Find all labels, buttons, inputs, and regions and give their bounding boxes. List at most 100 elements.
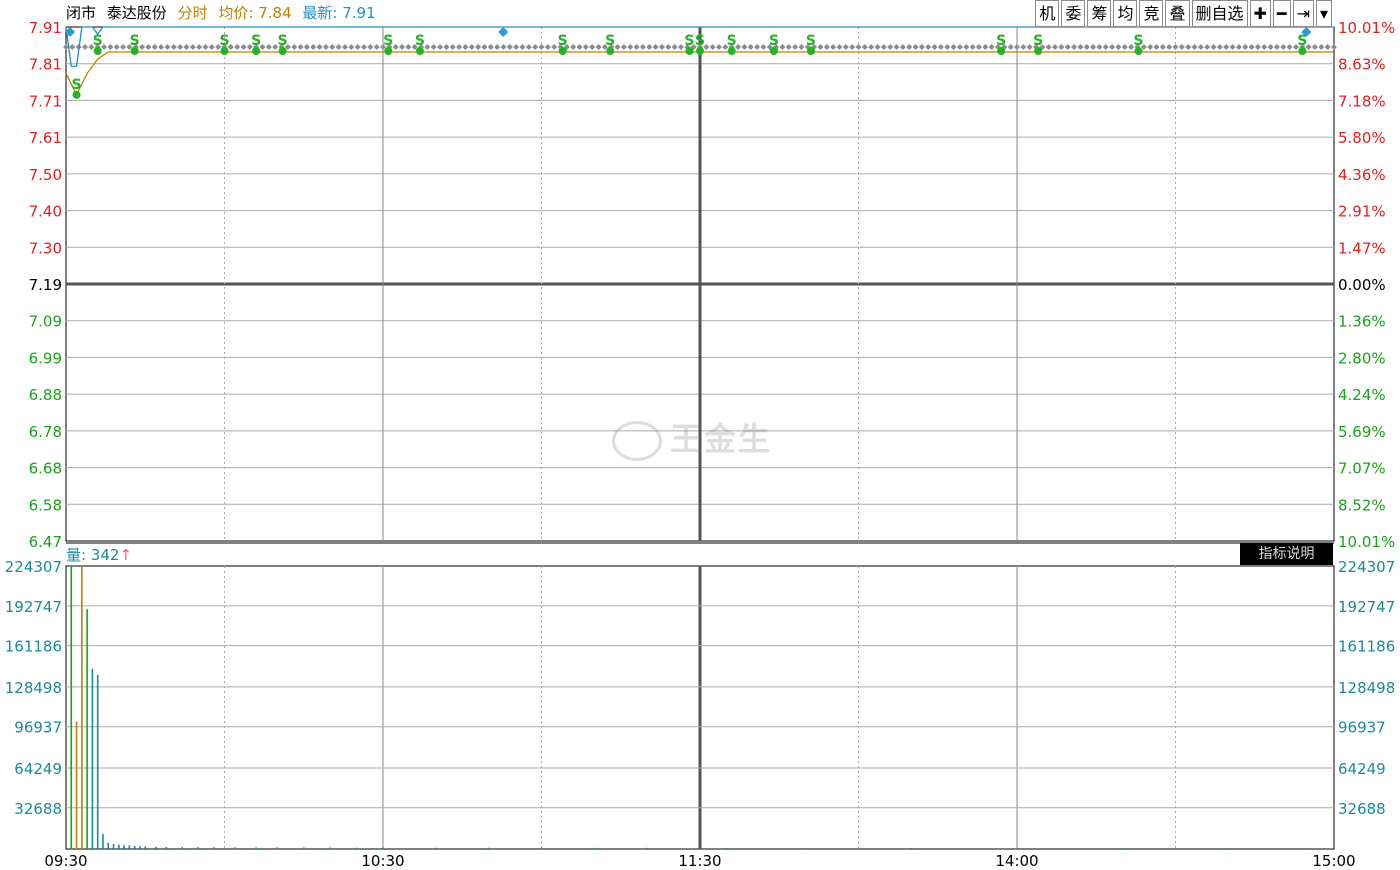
toolbar-button-5[interactable]: 叠 [1165, 0, 1190, 27]
plus-icon[interactable]: ✚ [1249, 0, 1271, 27]
minus-icon[interactable]: ━ [1272, 0, 1291, 27]
pct-tick-label: 8.63% [1338, 56, 1386, 74]
last-price-label: 最新: 7.91 [302, 4, 376, 22]
trade-tick-marker [1166, 44, 1173, 50]
avg-price-label: 均价: 7.84 [218, 4, 292, 22]
trade-tick-marker [1083, 44, 1090, 50]
trade-tick-marker [1064, 44, 1071, 50]
trade-tick-marker [880, 44, 887, 50]
trade-tick-marker [475, 44, 482, 50]
trade-tick-marker [658, 44, 665, 50]
stock-name[interactable]: 泰达股份 [107, 4, 167, 22]
s-signal-label: S [695, 33, 705, 49]
trade-tick-marker [906, 44, 913, 50]
trade-tick-marker [500, 44, 507, 50]
trade-tick-marker [551, 44, 558, 50]
pct-tick-label: 5.69% [1338, 423, 1386, 441]
volume-tick-label: 224307 [5, 558, 62, 576]
trade-tick-marker [614, 44, 621, 50]
trade-tick-marker [1261, 44, 1268, 50]
trade-tick-marker [956, 44, 963, 50]
price-tick-label: 7.30 [29, 239, 62, 257]
pct-tick-label: 7.07% [1338, 460, 1386, 478]
trade-tick-marker [1077, 44, 1084, 50]
trade-tick-marker [196, 44, 203, 50]
pct-tick-label: 0.00% [1338, 276, 1386, 294]
trade-tick-marker [1242, 44, 1249, 50]
trade-tick-marker [576, 44, 583, 50]
toolbar-button-4[interactable]: 竞 [1139, 0, 1164, 27]
trade-tick-marker [1045, 44, 1052, 50]
time-tick-label: 15:00 [1312, 852, 1355, 870]
trade-tick-marker [532, 44, 539, 50]
trade-tick-marker [925, 44, 932, 50]
trade-tick-marker [437, 44, 444, 50]
indicator-explain-button[interactable]: 指标说明 [1240, 543, 1333, 565]
trade-tick-marker [798, 44, 805, 50]
trade-tick-marker [164, 44, 171, 50]
trade-tick-marker [354, 44, 361, 50]
trade-tick-marker [779, 44, 786, 50]
volume-tick-label-right: 192747 [1338, 598, 1395, 616]
trade-tick-marker [1172, 44, 1179, 50]
pct-tick-label: 2.91% [1338, 203, 1386, 221]
blue-diamond-marker [498, 27, 509, 37]
toolbar-button-0[interactable]: 机 [1035, 0, 1060, 27]
trade-tick-marker [747, 44, 754, 50]
trade-tick-marker [842, 44, 849, 50]
trade-tick-marker [1191, 44, 1198, 50]
trade-tick-marker [519, 44, 526, 50]
volume-tick-label: 161186 [5, 638, 62, 656]
trade-tick-marker [950, 44, 957, 50]
toolbar-button-3[interactable]: 均 [1113, 0, 1138, 27]
price-tick-label: 7.81 [29, 56, 62, 74]
trade-tick-marker [1153, 44, 1160, 50]
price-tick-label: 6.78 [29, 423, 62, 441]
volume-tick-label: 192747 [5, 598, 62, 616]
trade-tick-marker [1115, 44, 1122, 50]
trade-tick-marker [849, 44, 856, 50]
weibo-logo-icon [612, 421, 662, 461]
toolbar-button-1[interactable]: 委 [1061, 0, 1086, 27]
s-signal-label: S [415, 33, 425, 49]
trade-tick-marker [944, 44, 951, 50]
trade-tick-marker [430, 44, 437, 50]
trade-tick-marker [937, 44, 944, 50]
volume-tick-label-right: 64249 [1338, 760, 1386, 778]
trade-tick-marker [145, 44, 152, 50]
price-tick-label: 6.47 [29, 533, 62, 551]
trade-tick-marker [716, 44, 723, 50]
time-tick-label: 09:30 [44, 852, 87, 870]
toolbar-button-2[interactable]: 筹 [1087, 0, 1112, 27]
mode-label[interactable]: 分时 [178, 4, 208, 22]
trade-tick-marker [1007, 44, 1014, 50]
trade-tick-marker [151, 44, 158, 50]
toolbar-button-6[interactable]: 删自选 [1191, 0, 1248, 27]
trade-tick-marker [329, 44, 336, 50]
trade-tick-marker [1286, 44, 1293, 50]
trade-tick-marker [639, 44, 646, 50]
trade-tick-marker [1014, 44, 1020, 50]
trade-tick-marker [874, 44, 881, 50]
trade-tick-marker [861, 44, 868, 50]
trade-tick-marker [1102, 44, 1109, 50]
pct-tick-label: 10.01% [1338, 19, 1395, 37]
trade-tick-marker [1248, 44, 1255, 50]
trade-tick-marker [963, 44, 970, 50]
trade-tick-marker [709, 44, 716, 50]
trade-tick-marker [481, 44, 488, 50]
trade-tick-marker [462, 44, 469, 50]
pct-tick-label: 1.47% [1338, 239, 1386, 257]
trade-tick-marker [303, 44, 310, 50]
trade-tick-marker [1109, 44, 1116, 50]
trade-tick-marker [158, 44, 165, 50]
price-tick-label: 6.68 [29, 460, 62, 478]
s-signal-label: S [684, 33, 694, 49]
trade-tick-marker [988, 44, 995, 50]
chevron-down-icon[interactable]: ▾ [1315, 0, 1332, 27]
price-tick-label: 7.19 [29, 276, 62, 294]
trade-tick-marker [582, 44, 589, 50]
trade-tick-marker [671, 44, 678, 50]
skip-end-icon[interactable]: ⇥ [1292, 0, 1314, 27]
trade-tick-marker [310, 44, 317, 50]
